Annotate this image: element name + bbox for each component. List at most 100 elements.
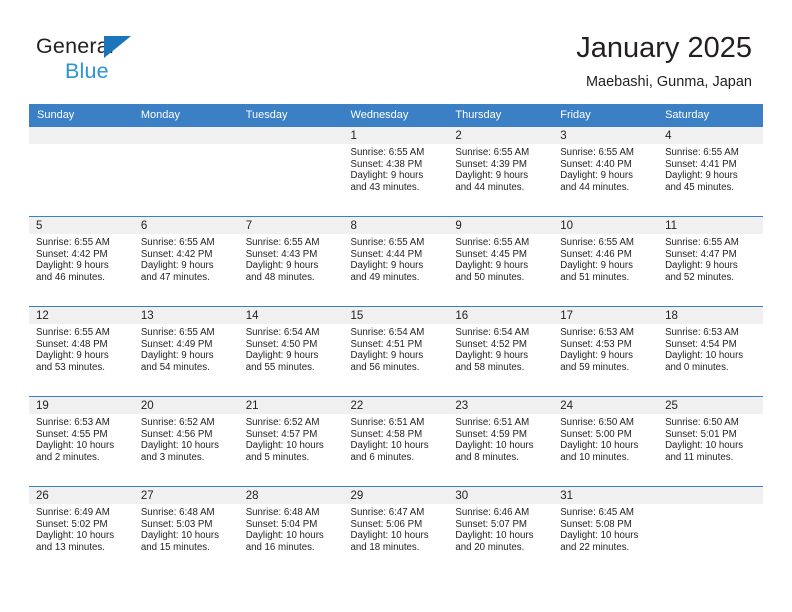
calendar-page: General Blue January 2025 Maebashi, Gunm… xyxy=(0,0,792,612)
calendar-day-cell[interactable]: 18 Sunrise: 6:53 AM Sunset: 4:54 PM Dayligh… xyxy=(658,306,763,397)
sunset-text: Sunset: 4:50 PM xyxy=(245,338,318,350)
day-details: Sunrise: 6:48 AM Sunset: 5:04 PM Daylight:… xyxy=(239,504,344,553)
day-number: 22 xyxy=(343,397,449,414)
day-number: 5 xyxy=(29,217,134,234)
calendar-day-cell[interactable]: 8 Sunrise: 6:55 AM Sunset: 4:44 PM Daylight… xyxy=(343,216,449,307)
day-number: 2 xyxy=(448,127,554,144)
daylight-text-line1: Daylight: 10 hours xyxy=(350,530,429,542)
day-details: Sunrise: 6:53 AM Sunset: 4:54 PM Daylight:… xyxy=(658,324,763,373)
calendar-day-cell[interactable]: 29 Sunrise: 6:47 AM Sunset: 5:06 PM Dayligh… xyxy=(343,486,449,577)
daylight-text-line2: and 55 minutes. xyxy=(245,361,315,373)
calendar-day-cell[interactable]: 16 Sunrise: 6:54 AM Sunset: 4:52 PM Dayligh… xyxy=(448,306,554,397)
calendar-day-cell[interactable]: 11 Sunrise: 6:55 AM Sunset: 4:47 PM Dayligh… xyxy=(658,216,763,307)
calendar-day-cell[interactable]: 6 Sunrise: 6:55 AM Sunset: 4:42 PM Daylight… xyxy=(133,216,239,307)
calendar-day-cell[interactable]: 23 Sunrise: 6:51 AM Sunset: 4:59 PM Dayligh… xyxy=(448,396,554,487)
day-details: Sunrise: 6:55 AM Sunset: 4:40 PM Daylight:… xyxy=(553,144,658,193)
calendar-day-cell[interactable]: 9 Sunrise: 6:55 AM Sunset: 4:45 PM Daylight… xyxy=(448,216,554,307)
sunset-text: Sunset: 4:58 PM xyxy=(350,428,423,440)
title-block: January 2025 Maebashi, Gunma, Japan xyxy=(576,30,752,93)
weekday-header-thursday: Thursday xyxy=(448,104,554,127)
sunrise-text: Sunrise: 6:55 AM xyxy=(36,327,110,338)
daylight-text-line1: Daylight: 10 hours xyxy=(350,440,429,452)
sunrise-text: Sunrise: 6:49 AM xyxy=(36,507,110,518)
calendar-day-cell[interactable]: 4 Sunrise: 6:55 AM Sunset: 4:41 PM Daylight… xyxy=(658,126,763,217)
daylight-text-line1: Daylight: 10 hours xyxy=(455,440,534,452)
daylight-text-line2: and 54 minutes. xyxy=(140,361,210,373)
generalblue-logo[interactable]: General Blue xyxy=(36,33,236,89)
calendar-day-cell[interactable]: 7 Sunrise: 6:55 AM Sunset: 4:43 PM Daylight… xyxy=(238,216,344,307)
sunset-text: Sunset: 4:41 PM xyxy=(665,158,737,170)
day-details: Sunrise: 6:55 AM Sunset: 4:41 PM Daylight:… xyxy=(658,144,763,193)
sunset-text: Sunset: 4:59 PM xyxy=(455,428,527,440)
daylight-text-line1: Daylight: 10 hours xyxy=(36,440,115,452)
calendar-day-cell[interactable]: 19 Sunrise: 6:53 AM Sunset: 4:55 PM Dayligh… xyxy=(29,396,134,487)
daylight-text-line1: Daylight: 9 hours xyxy=(140,260,214,272)
sunrise-text: Sunrise: 6:55 AM xyxy=(665,147,739,158)
sunset-text: Sunset: 4:54 PM xyxy=(665,338,737,350)
calendar-day-cell[interactable]: 5 Sunrise: 6:55 AM Sunset: 4:42 PM Daylight… xyxy=(29,216,134,307)
sunset-text: Sunset: 4:47 PM xyxy=(665,248,737,260)
daylight-text-line2: and 49 minutes. xyxy=(350,271,420,283)
calendar-cell-empty xyxy=(238,126,344,217)
daylight-text-line1: Daylight: 9 hours xyxy=(560,170,633,182)
sunset-text: Sunset: 4:56 PM xyxy=(140,428,213,440)
sunrise-text: Sunrise: 6:54 AM xyxy=(245,327,320,338)
calendar-body: 1 Sunrise: 6:55 AM Sunset: 4:38 PM Daylight… xyxy=(29,126,763,577)
day-details: Sunrise: 6:52 AM Sunset: 4:57 PM Daylight:… xyxy=(239,414,344,463)
sunset-text: Sunset: 4:45 PM xyxy=(455,248,527,260)
sunrise-text: Sunrise: 6:47 AM xyxy=(350,507,425,518)
day-number: 8 xyxy=(343,217,449,234)
calendar-day-cell[interactable]: 31 Sunrise: 6:45 AM Sunset: 5:08 PM Dayligh… xyxy=(553,486,659,577)
day-details: Sunrise: 6:48 AM Sunset: 5:03 PM Daylight:… xyxy=(134,504,239,553)
sunrise-text: Sunrise: 6:55 AM xyxy=(245,237,320,248)
day-number: 3 xyxy=(553,127,659,144)
daylight-text-line2: and 50 minutes. xyxy=(455,271,525,283)
daylight-text-line2: and 5 minutes. xyxy=(245,451,310,463)
calendar-week-row: 5 Sunrise: 6:55 AM Sunset: 4:42 PM Daylight… xyxy=(29,216,763,307)
calendar-day-cell[interactable]: 27 Sunrise: 6:48 AM Sunset: 5:03 PM Dayligh… xyxy=(133,486,239,577)
day-number: 16 xyxy=(448,307,554,324)
daylight-text-line1: Daylight: 10 hours xyxy=(665,350,744,362)
sunset-text: Sunset: 4:38 PM xyxy=(350,158,423,170)
sunset-text: Sunset: 5:02 PM xyxy=(36,518,108,530)
calendar-day-cell[interactable]: 2 Sunrise: 6:55 AM Sunset: 4:39 PM Daylight… xyxy=(448,126,554,217)
daylight-text-line1: Daylight: 10 hours xyxy=(560,440,639,452)
daylight-text-line1: Daylight: 9 hours xyxy=(36,350,109,362)
daylight-text-line2: and 6 minutes. xyxy=(350,451,415,463)
calendar-day-cell[interactable]: 13 Sunrise: 6:55 AM Sunset: 4:49 PM Dayligh… xyxy=(133,306,239,397)
day-number: 25 xyxy=(658,397,763,414)
daylight-text-line2: and 11 minutes. xyxy=(665,451,734,463)
daylight-text-line2: and 3 minutes. xyxy=(140,451,205,463)
calendar-day-cell[interactable]: 1 Sunrise: 6:55 AM Sunset: 4:38 PM Daylight… xyxy=(343,126,449,217)
calendar-day-cell[interactable]: 21 Sunrise: 6:52 AM Sunset: 4:57 PM Dayligh… xyxy=(238,396,344,487)
day-details: Sunrise: 6:46 AM Sunset: 5:07 PM Daylight:… xyxy=(448,504,553,553)
calendar-day-cell[interactable]: 3 Sunrise: 6:55 AM Sunset: 4:40 PM Daylight… xyxy=(553,126,659,217)
day-details: Sunrise: 6:47 AM Sunset: 5:06 PM Daylight:… xyxy=(344,504,449,553)
daylight-text-line2: and 46 minutes. xyxy=(36,271,105,283)
daylight-text-line1: Daylight: 9 hours xyxy=(665,170,738,182)
day-number: 31 xyxy=(553,487,659,504)
weekday-header-tuesday: Tuesday xyxy=(238,104,344,127)
weekday-header-saturday: Saturday xyxy=(658,104,763,127)
calendar-day-cell[interactable]: 24 Sunrise: 6:50 AM Sunset: 5:00 PM Dayligh… xyxy=(553,396,659,487)
calendar-day-cell[interactable]: 25 Sunrise: 6:50 AM Sunset: 5:01 PM Dayligh… xyxy=(658,396,763,487)
calendar-day-cell[interactable]: 15 Sunrise: 6:54 AM Sunset: 4:51 PM Dayligh… xyxy=(343,306,449,397)
day-details: Sunrise: 6:55 AM Sunset: 4:46 PM Daylight:… xyxy=(553,234,658,283)
sunrise-text: Sunrise: 6:55 AM xyxy=(350,147,425,158)
calendar-day-cell[interactable]: 10 Sunrise: 6:55 AM Sunset: 4:46 PM Dayligh… xyxy=(553,216,659,307)
day-details: Sunrise: 6:50 AM Sunset: 5:00 PM Daylight:… xyxy=(553,414,658,463)
calendar-day-cell[interactable]: 20 Sunrise: 6:52 AM Sunset: 4:56 PM Dayligh… xyxy=(133,396,239,487)
calendar-day-cell[interactable]: 30 Sunrise: 6:46 AM Sunset: 5:07 PM Dayligh… xyxy=(448,486,554,577)
day-number: 17 xyxy=(553,307,659,324)
calendar-day-cell[interactable]: 26 Sunrise: 6:49 AM Sunset: 5:02 PM Dayligh… xyxy=(29,486,134,577)
sunrise-text: Sunrise: 6:55 AM xyxy=(665,237,739,248)
sunset-text: Sunset: 5:06 PM xyxy=(350,518,423,530)
calendar-day-cell[interactable]: 17 Sunrise: 6:53 AM Sunset: 4:53 PM Dayligh… xyxy=(553,306,659,397)
day-details: Sunrise: 6:55 AM Sunset: 4:43 PM Daylight:… xyxy=(239,234,344,283)
daylight-text-line2: and 20 minutes. xyxy=(455,541,525,553)
calendar-day-cell[interactable]: 14 Sunrise: 6:54 AM Sunset: 4:50 PM Dayligh… xyxy=(238,306,344,397)
calendar-day-cell[interactable]: 22 Sunrise: 6:51 AM Sunset: 4:58 PM Dayligh… xyxy=(343,396,449,487)
calendar-day-cell[interactable]: 12 Sunrise: 6:55 AM Sunset: 4:48 PM Dayligh… xyxy=(29,306,134,397)
daylight-text-line2: and 56 minutes. xyxy=(350,361,420,373)
calendar-day-cell[interactable]: 28 Sunrise: 6:48 AM Sunset: 5:04 PM Dayligh… xyxy=(238,486,344,577)
